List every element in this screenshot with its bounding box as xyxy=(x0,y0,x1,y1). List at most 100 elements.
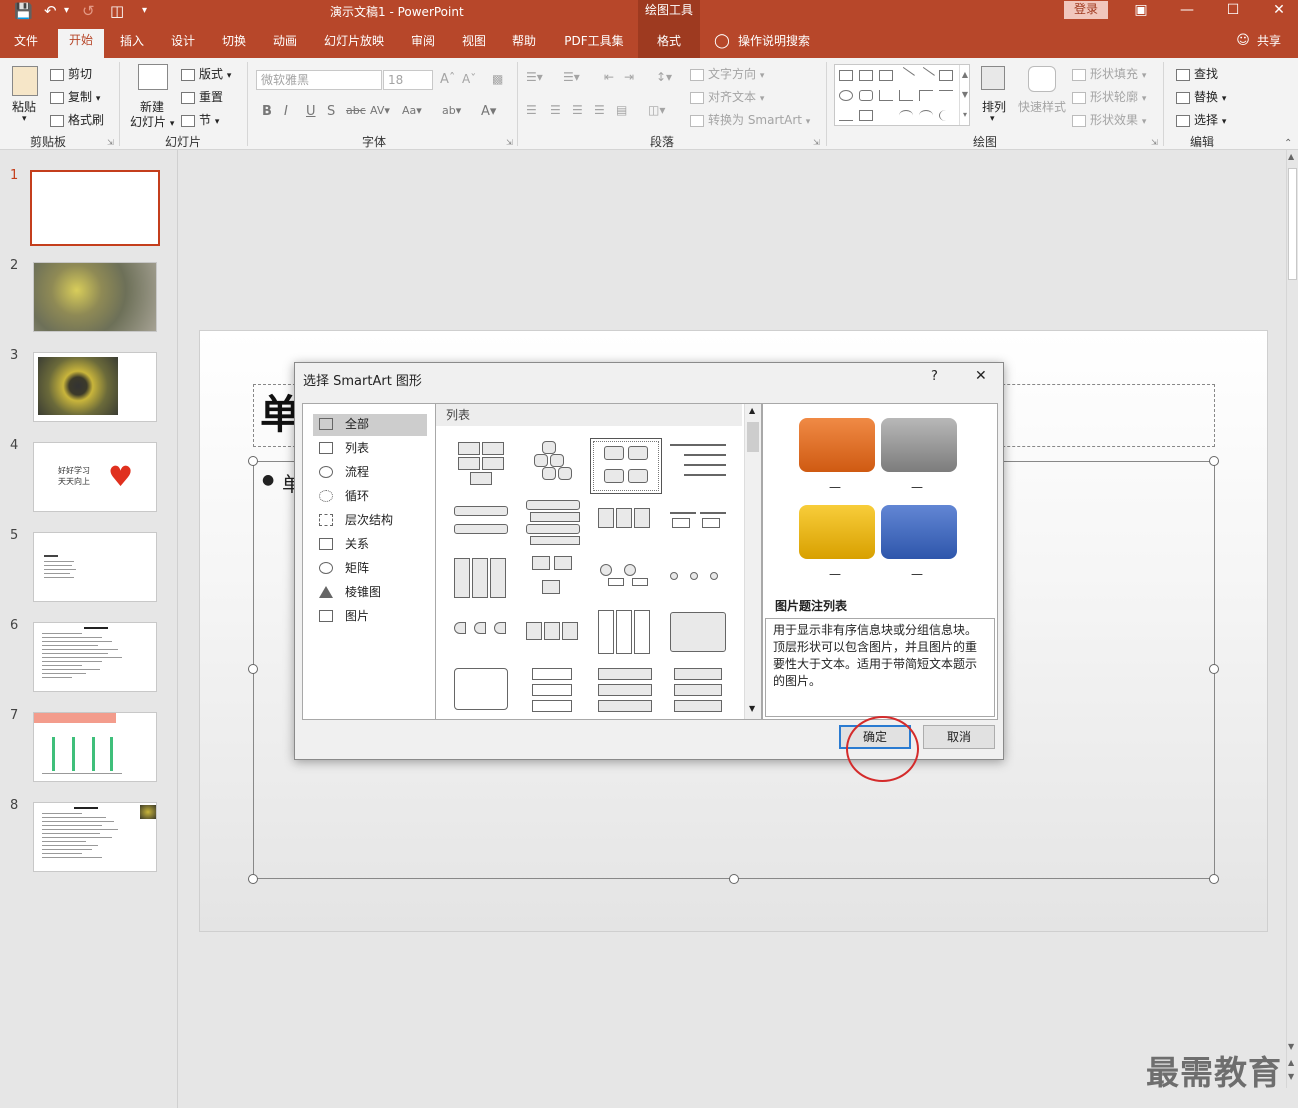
format-painter-button[interactable]: 格式刷 xyxy=(50,111,104,128)
layout-vertical-accent-list[interactable] xyxy=(522,666,584,714)
line-spacing-icon[interactable]: ↕▾ xyxy=(656,70,672,84)
resize-handle[interactable] xyxy=(1209,456,1219,466)
arc-shape-icon[interactable] xyxy=(899,110,913,121)
gallery-scroll-thumb[interactable] xyxy=(747,422,759,452)
category-hierarchy[interactable]: 层次结构 xyxy=(313,510,427,532)
new-slide-icon[interactable] xyxy=(138,64,168,90)
layout-chevron-list[interactable] xyxy=(522,610,584,658)
category-all[interactable]: 全部 xyxy=(313,414,427,436)
slide-thumbnail-2[interactable] xyxy=(33,262,157,332)
align-center-icon[interactable]: ☰ xyxy=(550,103,561,117)
font-size-combo[interactable]: 18 xyxy=(383,70,433,90)
columns-icon[interactable]: ◫▾ xyxy=(648,103,665,117)
slide-thumbnail-1[interactable] xyxy=(30,170,160,246)
shapes-gallery[interactable]: ▲ ▼ ▾ xyxy=(834,64,970,126)
gallery-scroll-up-icon[interactable]: ▲ xyxy=(749,406,755,415)
align-right-icon[interactable]: ☰ xyxy=(572,103,583,117)
arrow-line-shape-icon[interactable] xyxy=(917,66,935,85)
decrease-indent-icon[interactable]: ⇤ xyxy=(604,70,614,84)
layout-circle-line-list[interactable] xyxy=(668,554,730,602)
login-button[interactable]: 登录 xyxy=(1064,1,1108,19)
down-arrow-shape-icon[interactable] xyxy=(839,110,853,121)
align-left-icon[interactable]: ☰ xyxy=(526,103,537,117)
layout-stacked-list[interactable] xyxy=(450,498,512,546)
next-slide-icon[interactable]: ▼ xyxy=(1288,1072,1294,1081)
text-direction-button[interactable]: 文字方向 ▾ xyxy=(690,65,764,82)
font-launcher-icon[interactable]: ⇲ xyxy=(506,138,513,147)
strikethrough-icon[interactable]: abc xyxy=(346,104,366,117)
resize-handle[interactable] xyxy=(729,874,739,884)
replace-button[interactable]: 替换 ▾ xyxy=(1176,88,1226,105)
italic-icon[interactable]: I xyxy=(284,104,288,119)
gallery-scroll-down-icon[interactable]: ▼ xyxy=(749,704,755,713)
new-slide-dropdown[interactable]: 幻灯片 ▾ xyxy=(130,113,174,130)
paste-dropdown-icon[interactable]: ▾ xyxy=(22,114,27,124)
layout-bracket-list[interactable] xyxy=(668,498,730,546)
layout-tab-list[interactable] xyxy=(594,666,656,714)
font-color-icon[interactable]: A▾ xyxy=(481,104,496,119)
elbow-connector-icon[interactable] xyxy=(899,90,913,101)
rounded-rect-shape-icon[interactable] xyxy=(859,90,873,101)
resize-handle[interactable] xyxy=(1209,874,1219,884)
layout-vertical-bullet-list[interactable] xyxy=(522,498,584,546)
tab-insert[interactable]: 插入 xyxy=(112,30,152,56)
oval-shape-icon[interactable] xyxy=(839,90,853,101)
distributed-icon[interactable]: ▤ xyxy=(616,103,627,117)
tab-view[interactable]: 视图 xyxy=(454,30,494,56)
customize-qat-icon[interactable]: ▾ xyxy=(142,2,147,20)
align-text-button[interactable]: 对齐文本 ▾ xyxy=(690,88,764,105)
category-cycle[interactable]: 循环 xyxy=(313,486,427,508)
category-pyramid[interactable]: 棱锥图 xyxy=(313,582,427,604)
bullets-icon[interactable]: ☰▾ xyxy=(526,70,543,84)
clear-formatting-icon[interactable]: ▩ xyxy=(492,72,503,86)
tab-file[interactable]: 文件 xyxy=(6,30,46,56)
scroll-down-icon[interactable]: ▼ xyxy=(1288,1042,1294,1051)
category-relationship[interactable]: 关系 xyxy=(313,534,427,556)
select-button[interactable]: 选择 ▾ xyxy=(1176,111,1226,128)
heart-shape-icon[interactable] xyxy=(839,70,853,81)
category-matrix[interactable]: 矩阵 xyxy=(313,558,427,580)
vertical-text-shape-icon[interactable] xyxy=(879,70,893,81)
curve-shape-icon[interactable] xyxy=(919,110,933,121)
numbering-icon[interactable]: ☰▾ xyxy=(563,70,580,84)
dialog-help-button[interactable]: ? xyxy=(931,369,938,384)
tab-pdf-tools[interactable]: PDF工具集 xyxy=(558,30,630,56)
section-button[interactable]: 节 ▾ xyxy=(181,111,219,128)
gallery-scrollbar[interactable]: ▲ ▼ xyxy=(744,404,761,719)
share-button[interactable]: 共享 xyxy=(1254,30,1284,56)
increase-indent-icon[interactable]: ⇥ xyxy=(624,70,634,84)
slide-thumbnail-3[interactable] xyxy=(33,352,157,422)
quick-styles-icon[interactable] xyxy=(1028,66,1056,92)
tab-help[interactable]: 帮助 xyxy=(504,30,544,56)
layout-square-list[interactable] xyxy=(668,666,730,714)
dialog-close-button[interactable]: ✕ xyxy=(975,368,987,384)
triangle-shape-icon[interactable] xyxy=(879,90,893,101)
arrange-icon[interactable] xyxy=(981,66,1005,90)
ribbon-display-options-icon[interactable]: ▣ xyxy=(1121,0,1161,22)
slide-thumbnail-4[interactable]: 好好学习 天天向上 ♥ xyxy=(33,442,157,512)
previous-slide-icon[interactable]: ▲ xyxy=(1288,1058,1294,1067)
layout-horizontal-picture-list[interactable] xyxy=(668,610,730,658)
layout-vertical-box-list[interactable] xyxy=(450,554,512,602)
resize-handle[interactable] xyxy=(1209,664,1219,674)
quick-styles-button[interactable]: 快速样式 xyxy=(1018,98,1066,115)
scroll-up-icon[interactable]: ▲ xyxy=(1288,152,1294,161)
layout-grouped-list[interactable] xyxy=(594,610,656,658)
character-spacing-icon[interactable]: AV▾ xyxy=(370,104,390,117)
resize-handle[interactable] xyxy=(248,874,258,884)
tab-design[interactable]: 设计 xyxy=(163,30,203,56)
layout-button[interactable]: 版式 ▾ xyxy=(181,65,231,82)
layout-hexagon-cluster[interactable] xyxy=(522,438,584,486)
start-slideshow-icon[interactable]: ◫ xyxy=(110,2,124,20)
editor-scrollbar[interactable]: ▲ ▼ ▲ ▼ xyxy=(1286,150,1298,1088)
shapes-gallery-scroll[interactable]: ▲ ▼ ▾ xyxy=(959,65,970,125)
rectangle-shape-icon[interactable] xyxy=(939,70,953,81)
grow-font-icon[interactable]: Aˆ xyxy=(440,72,455,87)
category-process[interactable]: 流程 xyxy=(313,462,427,484)
scrollbar-thumb[interactable] xyxy=(1288,168,1297,280)
shape-outline-button[interactable]: 形状轮廓 ▾ xyxy=(1072,88,1146,105)
reset-button[interactable]: 重置 xyxy=(181,88,223,105)
undo-dropdown-icon[interactable]: ▾ xyxy=(64,2,69,20)
highlight-icon[interactable]: ab▾ xyxy=(442,104,461,117)
text-box-shape-icon[interactable] xyxy=(859,70,873,81)
